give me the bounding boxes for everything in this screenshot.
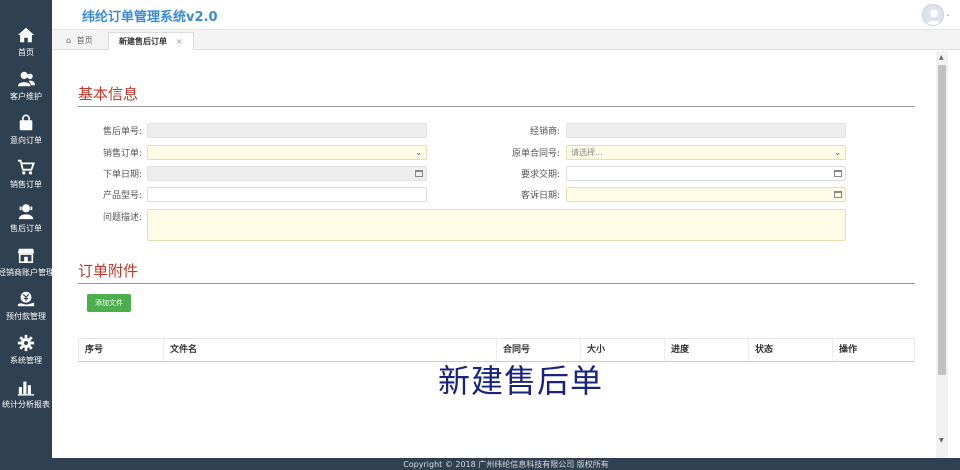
tab-new-after-sales-order[interactable]: 新建售后订单 × [108,32,194,50]
chevron-down-icon[interactable]: ⌄ [945,10,951,18]
delivery-date-field[interactable] [566,166,846,181]
contract-no-select[interactable]: 请选择... ⌄ [566,145,846,160]
order-date-label: 下单日期: [102,170,142,180]
top-bar: 纬纶订单管理系统v2.0 ⌄ [52,0,960,30]
scroll-thumb[interactable] [938,65,946,375]
after-sales-no-field [147,123,427,138]
scroll-down-icon[interactable]: ▼ [939,437,944,444]
complaint-date-label: 客诉日期: [520,191,560,201]
chevron-down-icon: ⌄ [415,148,422,157]
after-sales-no-label: 售后单号: [102,127,142,137]
complaint-date-field[interactable] [566,187,846,202]
app-title: 纬纶订单管理系统v2.0 [82,10,218,25]
user-avatar-icon [926,9,942,25]
tab-label: 首页 [76,36,93,45]
section-title-basic: 基本信息 [78,85,139,103]
calendar-icon[interactable] [834,170,842,177]
sidebar: 首页 客户维护 意向订单 销售订单 售后订单 经销商账户管理 预付款管理 系统管… [0,0,54,470]
sales-order-label: 销售订单: [102,149,142,159]
add-file-button[interactable]: 添加文件 [87,294,131,312]
overlay-caption: 新建售后单 [438,362,604,400]
sidebar-item-reports[interactable]: 统计分析报表 [0,378,52,418]
product-model-field[interactable] [147,187,427,202]
sidebar-item-dealer-accounts[interactable]: 经销商账户管理 [0,246,54,286]
store-icon [17,248,35,264]
shopping-bag-icon [19,114,33,131]
scroll-up-icon[interactable]: ▲ [939,54,944,61]
order-date-field [147,166,427,181]
sidebar-item-customers[interactable]: 客户维护 [0,70,52,110]
tab-bar: ⌂ 首页 新建售后订单 × [52,30,960,50]
scrollbar[interactable]: ▲ ▼ [936,51,948,458]
calendar-icon[interactable] [834,191,842,198]
column-header: 序号 [79,339,164,361]
product-model-label: 产品型号: [102,191,142,201]
description-label: 问题描述: [102,213,142,223]
divider [78,106,915,107]
dealer-label: 经销商: [529,127,560,137]
sidebar-item-sales-orders[interactable]: 销售订单 [0,158,52,198]
tab-label: 新建售后订单 [119,37,167,46]
description-textarea[interactable] [147,209,846,241]
home-icon: ⌂ [66,36,72,45]
contract-no-placeholder: 请选择... [571,148,603,157]
section-title-attachments: 订单附件 [78,262,139,280]
user-service-icon [18,204,34,220]
close-icon[interactable]: × [176,37,183,46]
column-header: 进度 [665,339,749,361]
money-icon [17,291,35,307]
users-icon [17,71,35,87]
column-header: 状态 [749,339,833,361]
column-header: 操作 [839,345,858,355]
dealer-field [566,123,846,138]
sales-order-select[interactable]: ⌄ [147,145,427,160]
sidebar-item-prepayment[interactable]: 预付款管理 [0,290,52,330]
divider [78,283,915,284]
home-icon [17,27,35,43]
cart-icon [17,159,35,175]
sidebar-item-system[interactable]: 系统管理 [0,334,52,374]
chevron-down-icon: ⌄ [834,148,841,157]
gear-icon [17,334,35,352]
sidebar-item-intent-orders[interactable]: 意向订单 [0,114,52,154]
avatar[interactable] [922,4,944,26]
tab-home[interactable]: ⌂ 首页 [56,32,103,50]
footer: Copyright © 2018 广州纬纶信息科技有限公司 版权所有 [52,458,960,470]
delivery-date-label: 要求交期: [520,170,560,180]
contract-no-label: 原单合同号: [511,149,560,159]
sidebar-item-home[interactable]: 首页 [0,26,52,66]
bar-chart-icon [17,381,35,396]
calendar-icon [415,170,423,177]
sidebar-item-after-sales[interactable]: 售后订单 [0,202,52,242]
